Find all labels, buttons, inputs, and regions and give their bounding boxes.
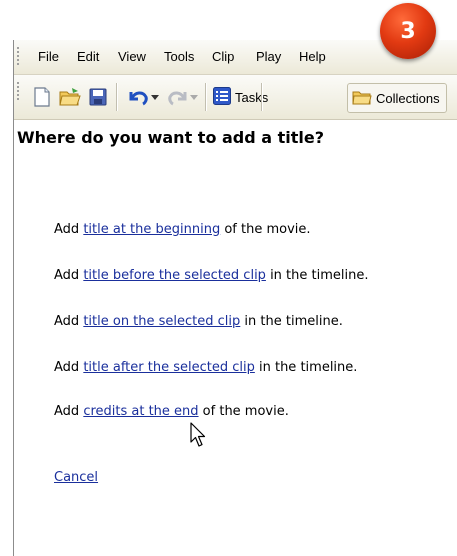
- step-number-badge: 3: [380, 3, 436, 59]
- toolbar-grip[interactable]: [17, 82, 19, 102]
- new-project-icon[interactable]: [28, 83, 56, 111]
- option-prefix: Add: [54, 268, 84, 283]
- app-window: File Edit View Tools Clip Play Help Task…: [13, 40, 457, 556]
- folder-icon: [352, 89, 372, 108]
- menu-tools[interactable]: Tools: [164, 49, 194, 64]
- toolbar-separator: [116, 83, 118, 111]
- title-before-clip-link[interactable]: title before the selected clip: [83, 268, 266, 283]
- credits-end-link[interactable]: credits at the end: [83, 404, 198, 419]
- redo-dropdown-icon[interactable]: [187, 83, 201, 111]
- save-project-icon[interactable]: [84, 83, 112, 111]
- menu-help[interactable]: Help: [299, 49, 326, 64]
- menu-edit[interactable]: Edit: [77, 49, 99, 64]
- option-prefix: Add: [54, 314, 84, 329]
- option-title-after-clip: Add title after the selected clip in the…: [54, 360, 357, 375]
- collections-label: Collections: [376, 90, 440, 106]
- option-suffix: of the movie.: [198, 404, 289, 419]
- toolbar-separator: [261, 83, 263, 111]
- page-title: Where do you want to add a title?: [17, 128, 325, 147]
- option-suffix: of the movie.: [220, 222, 311, 237]
- menu-grip[interactable]: [17, 47, 19, 67]
- title-beginning-link[interactable]: title at the beginning: [83, 222, 220, 237]
- option-prefix: Add: [54, 222, 84, 237]
- tasks-list-icon: [213, 86, 231, 108]
- option-credits-end: Add credits at the end of the movie.: [54, 404, 289, 419]
- collections-button[interactable]: Collections: [347, 83, 447, 113]
- option-title-on-clip: Add title on the selected clip in the ti…: [54, 314, 343, 329]
- option-title-beginning: Add title at the beginning of the movie.: [54, 222, 311, 237]
- open-project-icon[interactable]: [56, 83, 84, 111]
- option-suffix: in the timeline.: [265, 268, 369, 283]
- toolbar: Tasks Collections: [14, 75, 457, 120]
- cancel-link[interactable]: Cancel: [54, 470, 98, 485]
- toolbar-separator: [205, 83, 207, 111]
- title-after-clip-link[interactable]: title after the selected clip: [83, 360, 255, 375]
- title-on-clip-link[interactable]: title on the selected clip: [83, 314, 240, 329]
- menu-file[interactable]: File: [38, 49, 59, 64]
- menu-clip[interactable]: Clip: [212, 49, 234, 64]
- tasks-button[interactable]: Tasks: [213, 83, 268, 111]
- option-suffix: in the timeline.: [240, 314, 343, 329]
- option-title-before-clip: Add title before the selected clip in th…: [54, 268, 368, 283]
- option-prefix: Add: [54, 360, 84, 375]
- menu-play[interactable]: Play: [256, 49, 281, 64]
- mouse-pointer-icon: [190, 422, 206, 452]
- menu-view[interactable]: View: [118, 49, 146, 64]
- option-suffix: in the timeline.: [254, 360, 358, 375]
- tasks-label: Tasks: [235, 89, 269, 105]
- step-number: 3: [400, 18, 416, 44]
- undo-dropdown-icon[interactable]: [148, 83, 162, 111]
- option-prefix: Add: [54, 404, 84, 419]
